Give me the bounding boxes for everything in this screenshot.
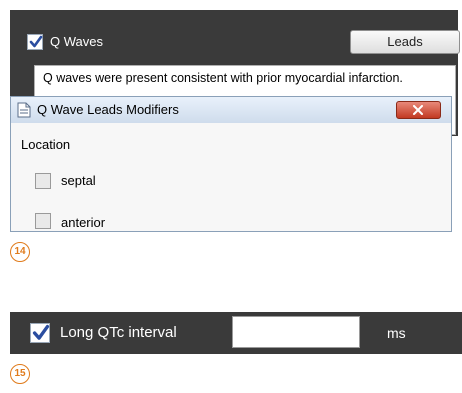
document-icon [17,102,31,118]
location-label: Location [21,137,71,152]
dialog-body: Location septal anterior [11,123,451,231]
close-icon [413,105,423,115]
long-qtc-panel: Long QTc interval ms [10,312,462,354]
dialog-close-button[interactable] [396,101,441,119]
checkmark-icon [29,35,43,48]
qtc-unit-label: ms [387,325,406,341]
dialog-title: Q Wave Leads Modifiers [37,102,179,117]
q-waves-label: Q Waves [50,34,103,49]
callout-marker-14: 14 [10,242,30,262]
q-waves-checkbox[interactable] [27,34,43,50]
anterior-label: anterior [61,215,106,230]
dialog-title-bar[interactable]: Q Wave Leads Modifiers [11,97,451,123]
septal-checkbox[interactable] [35,173,51,189]
septal-label: septal [61,173,96,188]
anterior-checkbox[interactable] [35,213,51,229]
callout-marker-15: 15 [10,364,30,384]
long-qtc-label: Long QTc interval [60,324,177,341]
checkmark-icon [32,324,50,340]
long-qtc-checkbox[interactable] [30,323,50,343]
q-wave-leads-modifiers-dialog: Q Wave Leads Modifiers Location septal a… [10,96,452,232]
leads-button[interactable]: Leads [350,30,460,54]
qtc-value-input[interactable] [232,316,360,348]
